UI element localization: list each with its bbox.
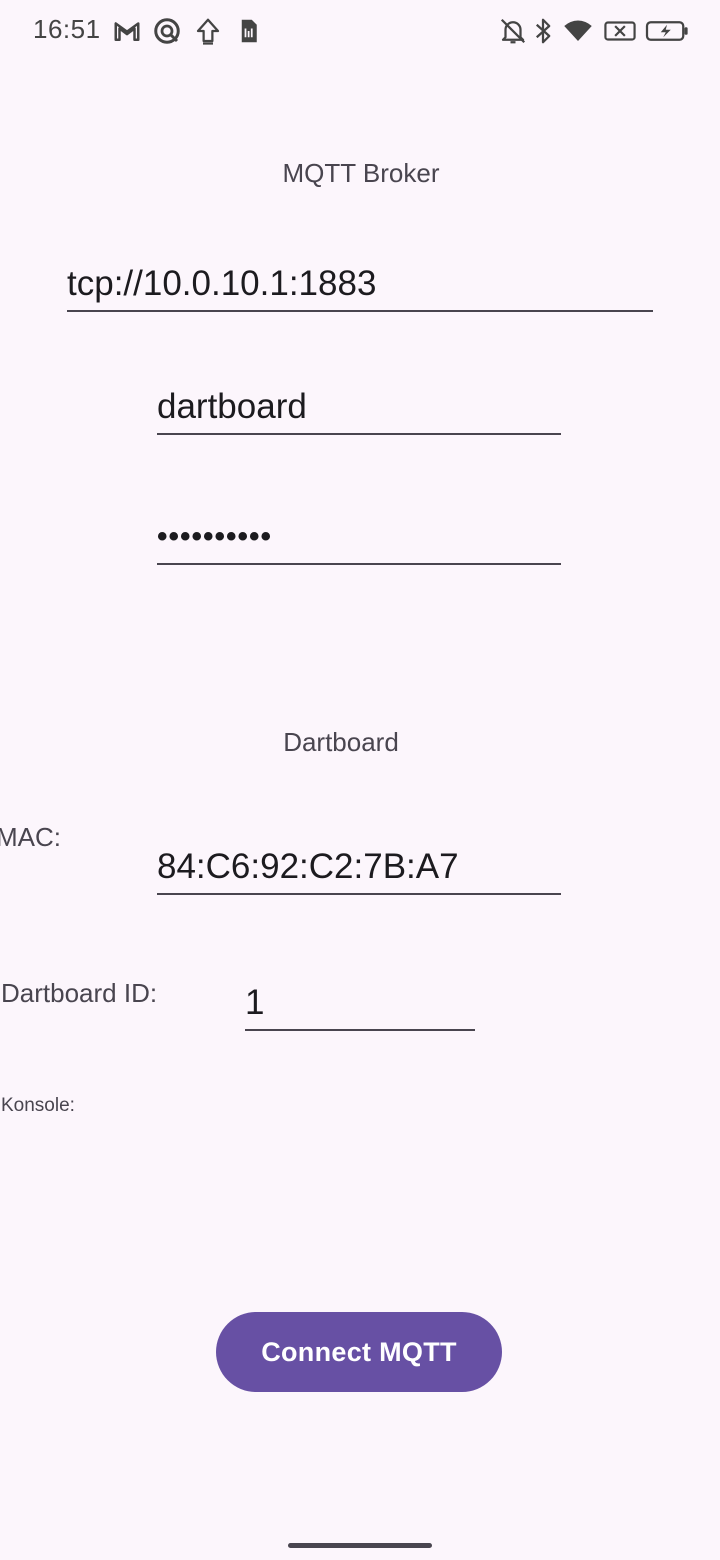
battery-charging-icon: [644, 16, 690, 46]
wifi-icon: [561, 16, 595, 46]
mac-address-input[interactable]: 84:C6:92:C2:7B:A7: [157, 845, 561, 895]
connect-mqtt-button[interactable]: Connect MQTT: [216, 1312, 502, 1392]
password-input[interactable]: ••••••••••: [157, 515, 561, 565]
no-signal-icon: [603, 16, 637, 46]
mac-label: MAC:: [0, 822, 61, 852]
vpn-icon: [152, 16, 182, 46]
bluetooth-icon: [528, 16, 558, 46]
status-time: 16:51: [33, 14, 101, 44]
dartboard-id-label: Dartboard ID:: [1, 978, 158, 1008]
dartboard-title: Dartboard: [283, 727, 399, 757]
status-bar: 16:51: [0, 0, 720, 64]
broker-url-input[interactable]: tcp://10.0.10.1:1883: [67, 262, 653, 312]
console-label: Konsole:: [1, 1095, 75, 1116]
gmail-icon: [112, 16, 142, 46]
upload-icon: [193, 16, 223, 46]
dartboard-id-input[interactable]: 1: [245, 981, 475, 1031]
mqtt-broker-title: MQTT Broker: [282, 158, 440, 188]
home-indicator[interactable]: [288, 1543, 432, 1548]
username-input[interactable]: dartboard: [157, 385, 561, 435]
sim-card-icon: [233, 16, 263, 46]
notifications-off-icon: [498, 16, 528, 46]
